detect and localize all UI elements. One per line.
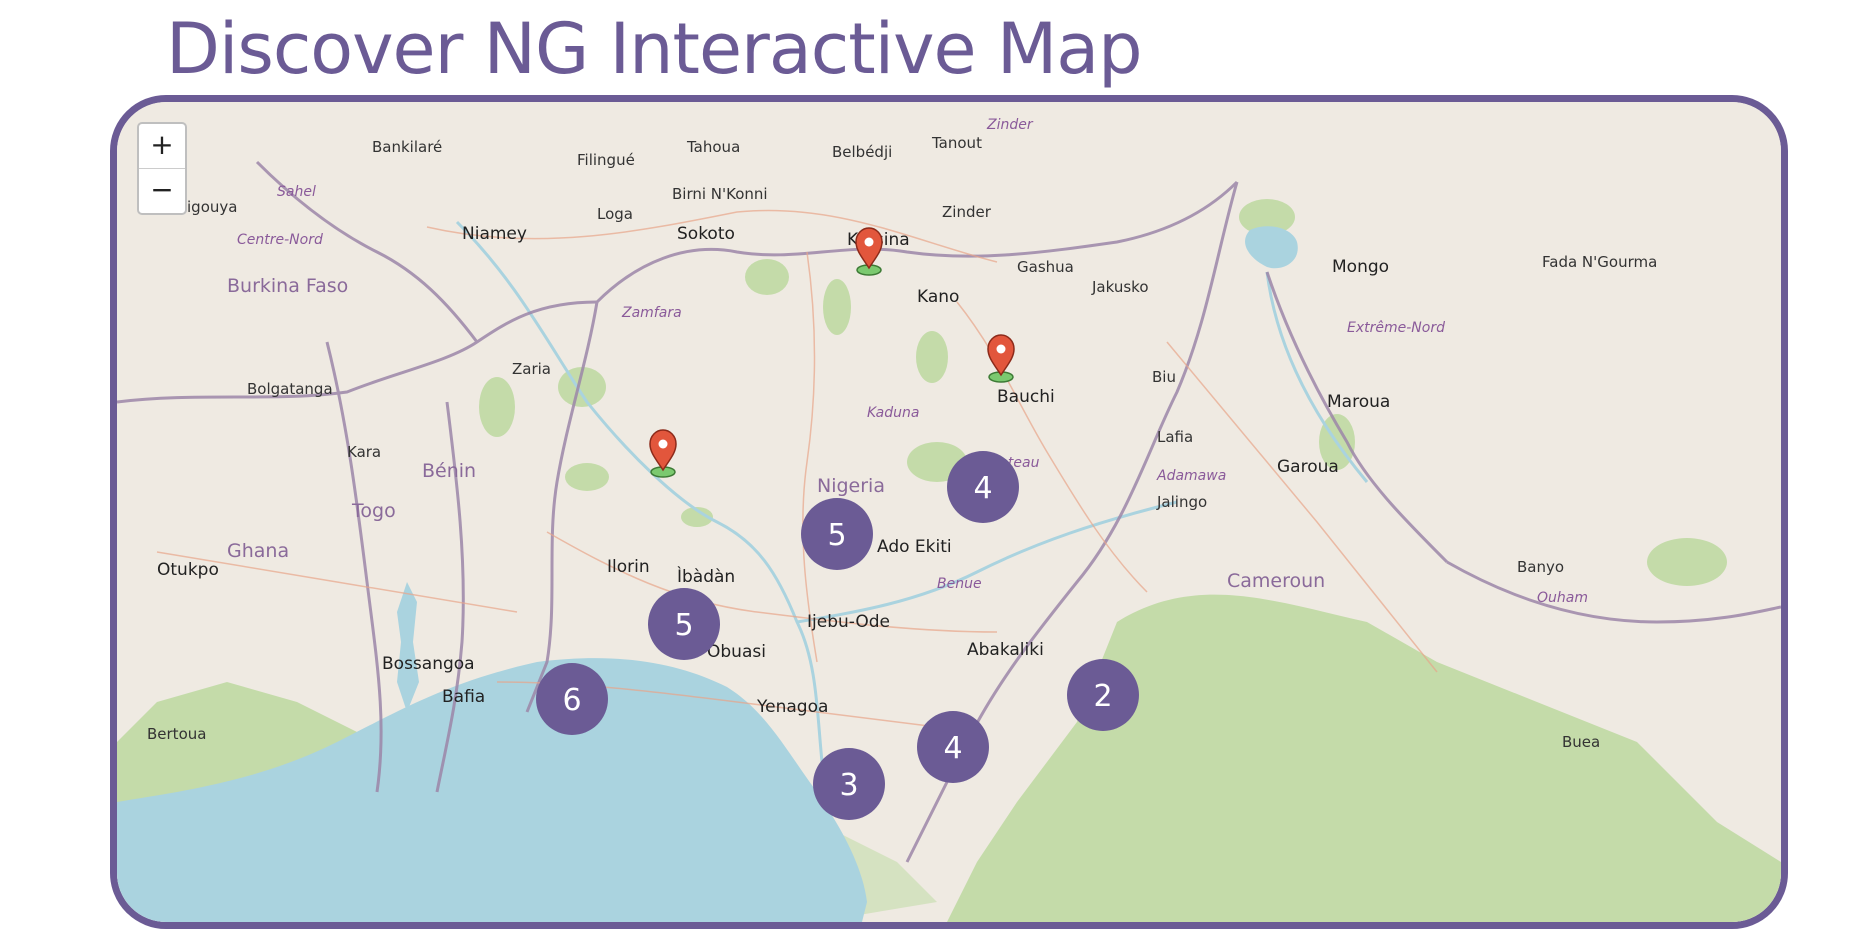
city-label: Sokoto [677, 224, 735, 244]
forest-patch [479, 377, 515, 437]
city-label: Bafia [442, 687, 485, 707]
cluster-marker[interactable]: 6 [536, 663, 608, 735]
zoom-control: + − [137, 122, 187, 215]
region-label: Ouham [1537, 590, 1588, 606]
city-label: Ilorin [607, 557, 650, 577]
country-label: Cameroun [1227, 570, 1325, 592]
city-label: Bauchi [997, 387, 1055, 407]
cluster-count: 5 [827, 518, 846, 553]
forest-patch [565, 463, 609, 491]
city-label: Bankilaré [372, 138, 442, 156]
cluster-count: 4 [943, 731, 962, 766]
city-label: Kano [917, 287, 959, 307]
forest-patch [1647, 538, 1727, 586]
city-label: Bossangoa [382, 654, 475, 674]
city-label: Belbédji [832, 143, 892, 161]
forest-patch [823, 279, 851, 335]
city-label: Buea [1562, 733, 1600, 751]
region-label: Benue [937, 576, 982, 592]
region-label: Centre-Nord [237, 232, 323, 248]
country-label: Nigeria [817, 475, 885, 497]
cluster-count: 4 [973, 471, 992, 506]
region-label: Extrême-Nord [1347, 320, 1445, 336]
city-label: Zinder [942, 203, 992, 221]
cluster-count: 2 [1093, 679, 1112, 714]
country-label: Ghana [227, 540, 289, 562]
cluster-marker[interactable]: 2 [1067, 659, 1139, 731]
cluster-marker[interactable]: 3 [813, 748, 885, 820]
cluster-count: 5 [674, 608, 693, 643]
city-label: Banyo [1517, 558, 1564, 576]
city-label: Ijebu-Ode [807, 612, 890, 632]
city-label: Jalingo [1156, 493, 1207, 511]
city-label: Ado Ekiti [877, 537, 952, 557]
city-label: Tanout [931, 134, 982, 152]
city-label: Loga [597, 205, 633, 223]
cluster-count: 6 [562, 683, 581, 718]
page-title: Discover NG Interactive Map [166, 8, 1143, 90]
city-label: Maroua [1327, 392, 1390, 412]
city-label: Fada N'Gourma [1542, 253, 1657, 271]
forest-patch [916, 331, 948, 383]
city-label: Abakaliki [967, 640, 1044, 660]
city-label: Kara [347, 443, 381, 461]
zoom-out-button[interactable]: − [139, 168, 185, 213]
city-label: Gashua [1017, 258, 1074, 276]
city-label: Ìbàdàn [677, 565, 735, 587]
city-label: Biu [1152, 368, 1176, 386]
region-label: Adamawa [1156, 468, 1226, 484]
cluster-marker[interactable]: 4 [917, 711, 989, 783]
city-label: Filingué [577, 151, 635, 169]
interactive-map[interactable]: Burkina Faso Bénin Togo Ghana Nigeria Ca… [110, 95, 1788, 929]
forest-patch [745, 259, 789, 295]
city-label: Yenagoa [756, 697, 828, 717]
cluster-marker[interactable]: 5 [801, 498, 873, 570]
city-label: Obuasi [707, 642, 766, 662]
city-label: Niamey [462, 224, 527, 244]
country-label: Bénin [422, 460, 476, 482]
region-label: Zinder [986, 117, 1034, 133]
city-label: Tahoua [686, 138, 740, 156]
map-tiles[interactable]: Burkina Faso Bénin Togo Ghana Nigeria Ca… [117, 102, 1781, 922]
map-pin-icon[interactable] [855, 227, 883, 276]
city-label: Bertoua [147, 725, 206, 743]
zoom-in-button[interactable]: + [139, 124, 185, 168]
city-label: Mongo [1332, 257, 1389, 277]
region-label: Zamfara [621, 305, 682, 321]
city-label: Birni N'Konni [672, 185, 768, 203]
city-label: Otukpo [157, 560, 219, 580]
city-label: Lafia [1157, 428, 1193, 446]
map-pin-icon[interactable] [987, 334, 1015, 383]
region-label: Kaduna [867, 405, 919, 421]
cluster-marker[interactable]: 4 [947, 451, 1019, 523]
cluster-count: 3 [839, 768, 858, 803]
city-label: Jakusko [1091, 278, 1149, 296]
region-label: Sahel [277, 184, 316, 200]
cluster-marker[interactable]: 5 [648, 588, 720, 660]
country-label: Togo [351, 500, 396, 522]
city-label: Zaria [512, 360, 551, 378]
city-label: Bolgatanga [247, 380, 333, 398]
map-pin-icon[interactable] [649, 429, 677, 478]
country-label: Burkina Faso [227, 275, 348, 297]
city-label: Garoua [1277, 457, 1339, 477]
